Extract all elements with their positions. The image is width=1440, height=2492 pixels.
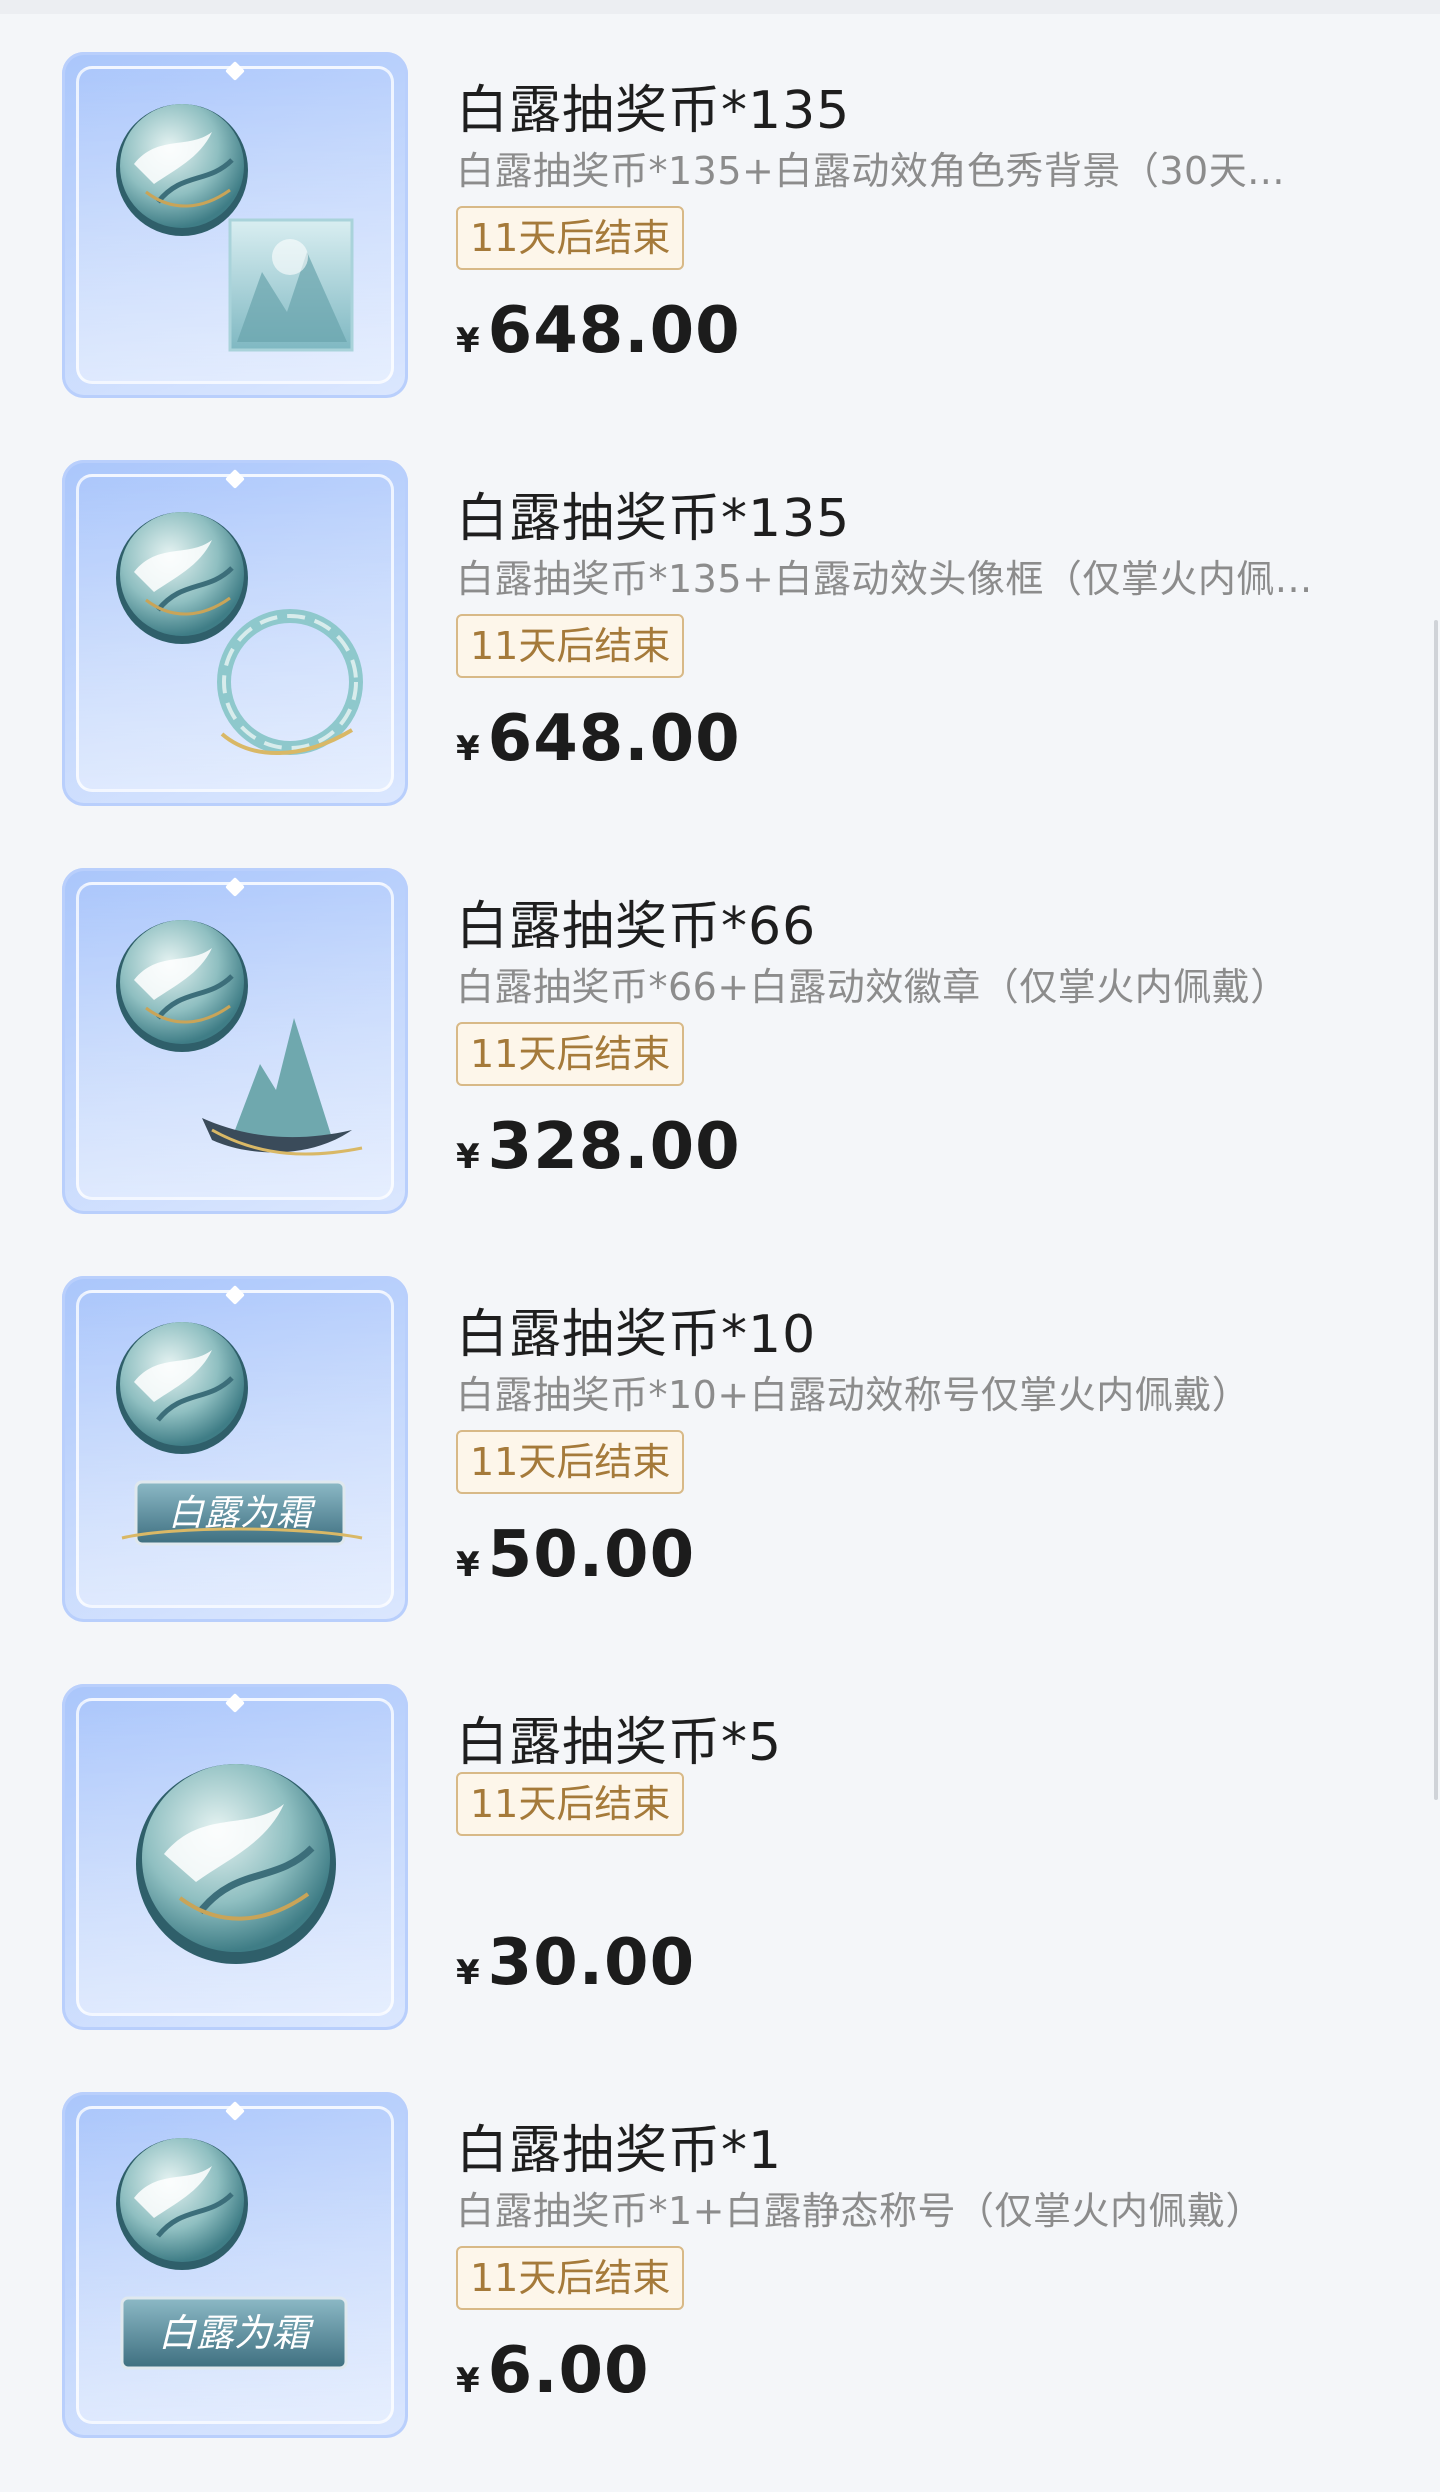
scrollbar[interactable] (1434, 620, 1438, 1800)
plaque-text: 白露为霜 (168, 1493, 316, 1534)
countdown-badge: 11天后结束 (456, 614, 685, 678)
product-title: 白露抽奖币*5 (456, 1713, 783, 1773)
countdown-badge: 11天后结束 (456, 1430, 685, 1494)
product-title: 白露抽奖币*135 (456, 489, 851, 549)
price-amount: 328.00 (487, 1110, 741, 1184)
plaque-text: 白露为霜 (158, 2311, 314, 2355)
product-description: 白露抽奖币*10+白露动效称号仅掌火内佩戴） (456, 1373, 1251, 1417)
product-item[interactable]: 白露抽奖币*5 11天后结束 ¥30.00 (0, 1646, 1440, 2054)
price-amount: 648.00 (487, 294, 741, 368)
product-thumbnail (62, 460, 408, 806)
coin-and-title-plaque-icon: 白露为霜 (116, 2138, 348, 2370)
currency-symbol: ¥ (456, 1137, 480, 1177)
product-description: 白露抽奖币*135+白露动效角色秀背景（30天... (456, 149, 1285, 193)
product-thumbnail (62, 868, 408, 1214)
countdown-badge: 11天后结束 (456, 1772, 685, 1836)
product-title: 白露抽奖币*1 (456, 2121, 783, 2181)
product-price: ¥328.00 (456, 1110, 741, 1186)
product-price: ¥648.00 (456, 294, 741, 370)
coin-and-avatar-frame-icon (116, 512, 363, 755)
product-thumbnail: 白露为霜 (62, 2092, 408, 2438)
product-item[interactable]: 白露为霜 白露抽奖币*10 白露抽奖币*10+白露动效称号仅掌火内佩戴） 11天… (0, 1238, 1440, 1646)
currency-symbol: ¥ (456, 1953, 480, 1993)
product-item[interactable]: 白露抽奖币*135 白露抽奖币*135+白露动效角色秀背景（30天... 11天… (0, 14, 1440, 422)
countdown-badge: 11天后结束 (456, 206, 685, 270)
product-title: 白露抽奖币*10 (456, 1305, 817, 1365)
coin-and-crane-badge-icon (116, 920, 363, 1156)
coin-and-title-plaque-icon: 白露为霜 (116, 1322, 363, 1546)
currency-symbol: ¥ (456, 2361, 480, 2401)
product-price: ¥648.00 (456, 702, 741, 778)
product-thumbnail (62, 52, 408, 398)
currency-symbol: ¥ (456, 1545, 480, 1585)
countdown-badge: 11天后结束 (456, 2246, 685, 2310)
price-amount: 30.00 (487, 1926, 696, 2000)
currency-symbol: ¥ (456, 321, 480, 361)
product-item[interactable]: 白露抽奖币*135 白露抽奖币*135+白露动效头像框（仅掌火内佩... 11天… (0, 422, 1440, 830)
top-edge (0, 0, 1440, 14)
coin-and-background-icon (116, 104, 354, 352)
product-description: 白露抽奖币*66+白露动效徽章（仅掌火内佩戴） (456, 965, 1289, 1009)
product-description: 白露抽奖币*1+白露静态称号（仅掌火内佩戴） (456, 2189, 1265, 2233)
product-item[interactable]: 白露为霜 白露抽奖币*1 白露抽奖币*1+白露静态称号（仅掌火内佩戴） 11天后… (0, 2054, 1440, 2462)
coin-icon (136, 1764, 336, 1964)
product-thumbnail: 白露为霜 (62, 1276, 408, 1622)
price-amount: 6.00 (487, 2334, 650, 2408)
product-item[interactable]: 白露抽奖币*66 白露抽奖币*66+白露动效徽章（仅掌火内佩戴） 11天后结束 … (0, 830, 1440, 1238)
countdown-badge: 11天后结束 (456, 1022, 685, 1086)
product-price: ¥50.00 (456, 1518, 695, 1594)
price-amount: 50.00 (487, 1518, 696, 1592)
product-title: 白露抽奖币*66 (456, 897, 817, 957)
currency-symbol: ¥ (456, 729, 480, 769)
product-description: 白露抽奖币*135+白露动效头像框（仅掌火内佩... (456, 557, 1313, 601)
product-price: ¥6.00 (456, 2334, 650, 2410)
product-thumbnail (62, 1684, 408, 2030)
product-title: 白露抽奖币*135 (456, 81, 851, 141)
product-price: ¥30.00 (456, 1926, 695, 2002)
price-amount: 648.00 (487, 702, 741, 776)
